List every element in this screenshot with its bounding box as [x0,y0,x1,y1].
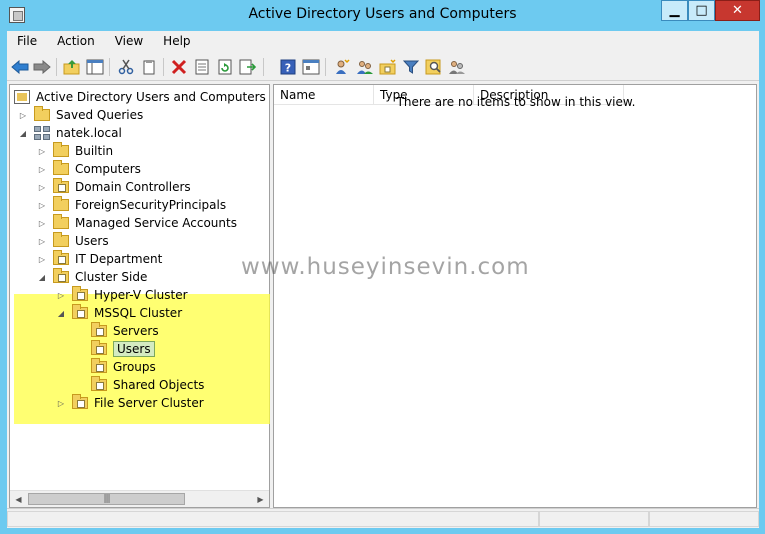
ou-folder-icon [53,178,69,193]
folder-icon [53,160,69,175]
tree-item-label: natek.local [56,126,122,140]
show-hide-tree-icon[interactable] [86,58,104,76]
tree-item-label: Managed Service Accounts [75,216,237,230]
tree-item-saved-queries[interactable]: ▷ Saved Queries [18,106,143,124]
menu-action[interactable]: Action [47,31,105,52]
folder-icon [53,196,69,211]
cut-icon[interactable] [117,58,135,76]
help-icon[interactable]: ? [279,58,297,76]
yellow-highlight [14,294,272,424]
tree-item-label: Saved Queries [56,108,144,122]
folder-icon [53,214,69,229]
empty-list-message: There are no items to show in this view. [396,95,636,109]
details-list-pane[interactable]: Name Type Description There are no items… [273,84,757,508]
svg-text:?: ? [285,62,291,75]
menu-bar: File Action View Help [7,31,759,52]
ad-console-icon [14,90,30,104]
tree-item-label: Domain Controllers [75,180,191,194]
tree-item-label: Users [75,234,109,248]
status-cell-3 [649,511,759,527]
expander-collapsed-icon[interactable]: ▷ [37,164,47,174]
view-icon[interactable] [302,58,320,76]
window: Active Directory Users and Computers ▁ □… [0,0,765,534]
tree-item-managed-service-accounts[interactable]: ▷ Managed Service Accounts [37,214,237,232]
expander-collapsed-icon[interactable]: ▷ [37,200,47,210]
delete-icon[interactable] [170,58,188,76]
forward-arrow-icon[interactable] [33,58,51,76]
refresh-icon[interactable] [216,58,234,76]
tree-item-label: IT Department [75,252,163,266]
expander-collapsed-icon[interactable]: ▷ [18,110,28,120]
expander-collapsed-icon[interactable]: ▷ [37,182,47,192]
menu-file[interactable]: File [7,31,47,52]
tree-item-users[interactable]: ▷ Users [37,232,109,250]
toolbar: ? [7,53,759,81]
tree-root-label: Active Directory Users and Computers [NB… [36,90,269,104]
copy-icon[interactable] [140,58,158,76]
tree-item-computers[interactable]: ▷ Computers [37,160,141,178]
tree-item-label: ForeignSecurityPrincipals [75,198,227,212]
menu-help[interactable]: Help [153,31,200,52]
menu-view[interactable]: View [105,31,153,52]
tree-item-builtin[interactable]: ▷ Builtin [37,142,113,160]
tree-item-label: Computers [75,162,141,176]
ou-folder-icon [53,250,69,265]
create-user-icon[interactable] [333,58,351,76]
create-ou-icon[interactable] [379,58,397,76]
maximize-button[interactable]: □ [688,0,715,21]
minimize-button[interactable]: ▁ [661,0,688,21]
folder-icon [34,106,50,121]
add-to-group-icon[interactable] [448,58,466,76]
tree-item-it-department[interactable]: ▷ IT Department [37,250,162,268]
window-title: Active Directory Users and Computers [248,6,517,22]
watermark-text: www.huseyinsevin.com [241,254,530,280]
filter-icon[interactable] [402,58,420,76]
find-icon[interactable] [425,58,443,76]
tree-item-domain-controllers[interactable]: ▷ Domain Controllers [37,178,191,196]
expander-collapsed-icon[interactable]: ▷ [37,146,47,156]
create-group-icon[interactable] [356,58,374,76]
close-button[interactable]: ✕ [715,0,760,21]
properties-icon[interactable] [193,58,211,76]
back-arrow-icon[interactable] [11,58,29,76]
tree-item-label: Builtin [75,144,114,158]
export-list-icon[interactable] [239,58,257,76]
folder-icon [53,142,69,157]
status-cell-2 [539,511,649,527]
expander-collapsed-icon[interactable]: ▷ [37,218,47,228]
expander-expanded-icon[interactable]: ◢ [18,128,28,138]
tree-item-foreign-security-principals[interactable]: ▷ ForeignSecurityPrincipals [37,196,226,214]
up-folder-icon[interactable] [63,58,81,76]
status-bar [7,508,759,528]
folder-icon [53,232,69,247]
domain-icon [34,126,50,140]
expander-collapsed-icon[interactable]: ▷ [37,236,47,246]
status-cell-main [7,511,539,527]
tree-root[interactable]: Active Directory Users and Computers [NB… [14,88,269,106]
expander-collapsed-icon[interactable]: ▷ [37,254,47,264]
title-bar[interactable]: Active Directory Users and Computers ▁ □… [0,0,765,31]
tree-item-natek-local[interactable]: ◢ natek.local [18,124,122,142]
